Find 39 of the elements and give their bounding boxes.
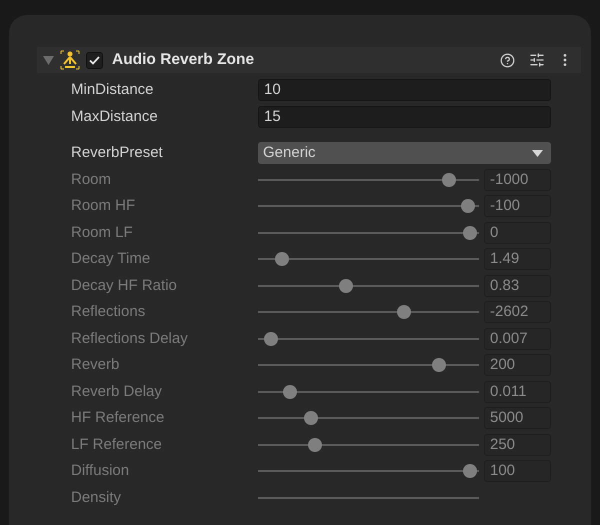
field-label: Reflections (71, 302, 146, 322)
field-label: Reflections Delay (71, 328, 189, 348)
slider[interactable] (258, 384, 479, 399)
preset-dropdown[interactable]: Generic (258, 142, 551, 164)
reverb-zone-icon (60, 50, 80, 70)
field-label: Decay Time (71, 249, 152, 269)
enabled-checkbox[interactable] (86, 52, 103, 68)
slider[interactable] (258, 278, 479, 293)
slider[interactable] (258, 332, 479, 346)
check-icon (89, 56, 100, 64)
field-label: Room LF (71, 222, 134, 242)
field-label: Density (71, 488, 122, 508)
slider[interactable] (258, 252, 479, 266)
field-label: Reverb Delay (71, 382, 163, 402)
field-label: Decay HF Ratio (71, 276, 178, 296)
field-label: Room HF (71, 196, 136, 216)
settings-icon[interactable] (529, 52, 545, 68)
caret-icon (532, 150, 543, 157)
slider[interactable] (258, 172, 479, 187)
field-label: HF Reference (71, 408, 166, 428)
field-label: Reverb (71, 355, 120, 375)
slider[interactable] (258, 358, 479, 372)
number-field[interactable]: 15 (258, 106, 551, 128)
slider[interactable] (258, 411, 479, 426)
help-icon[interactable] (500, 52, 515, 68)
slider[interactable] (258, 464, 479, 478)
foldout-icon[interactable] (43, 55, 54, 65)
slider[interactable] (258, 199, 479, 214)
field-label: Diffusion (71, 461, 130, 481)
field-label: MinDistance (71, 80, 155, 100)
number-field[interactable]: 10 (258, 79, 551, 102)
field-label: ReverbPreset (71, 143, 164, 163)
component-title: Audio Reverb Zone (112, 50, 254, 70)
field-label: LF Reference (71, 434, 163, 454)
slider[interactable] (258, 438, 479, 452)
field-label: Room (71, 170, 112, 190)
field-label: MaxDistance (71, 106, 159, 126)
slider[interactable] (258, 305, 479, 320)
slider[interactable] (258, 226, 479, 240)
